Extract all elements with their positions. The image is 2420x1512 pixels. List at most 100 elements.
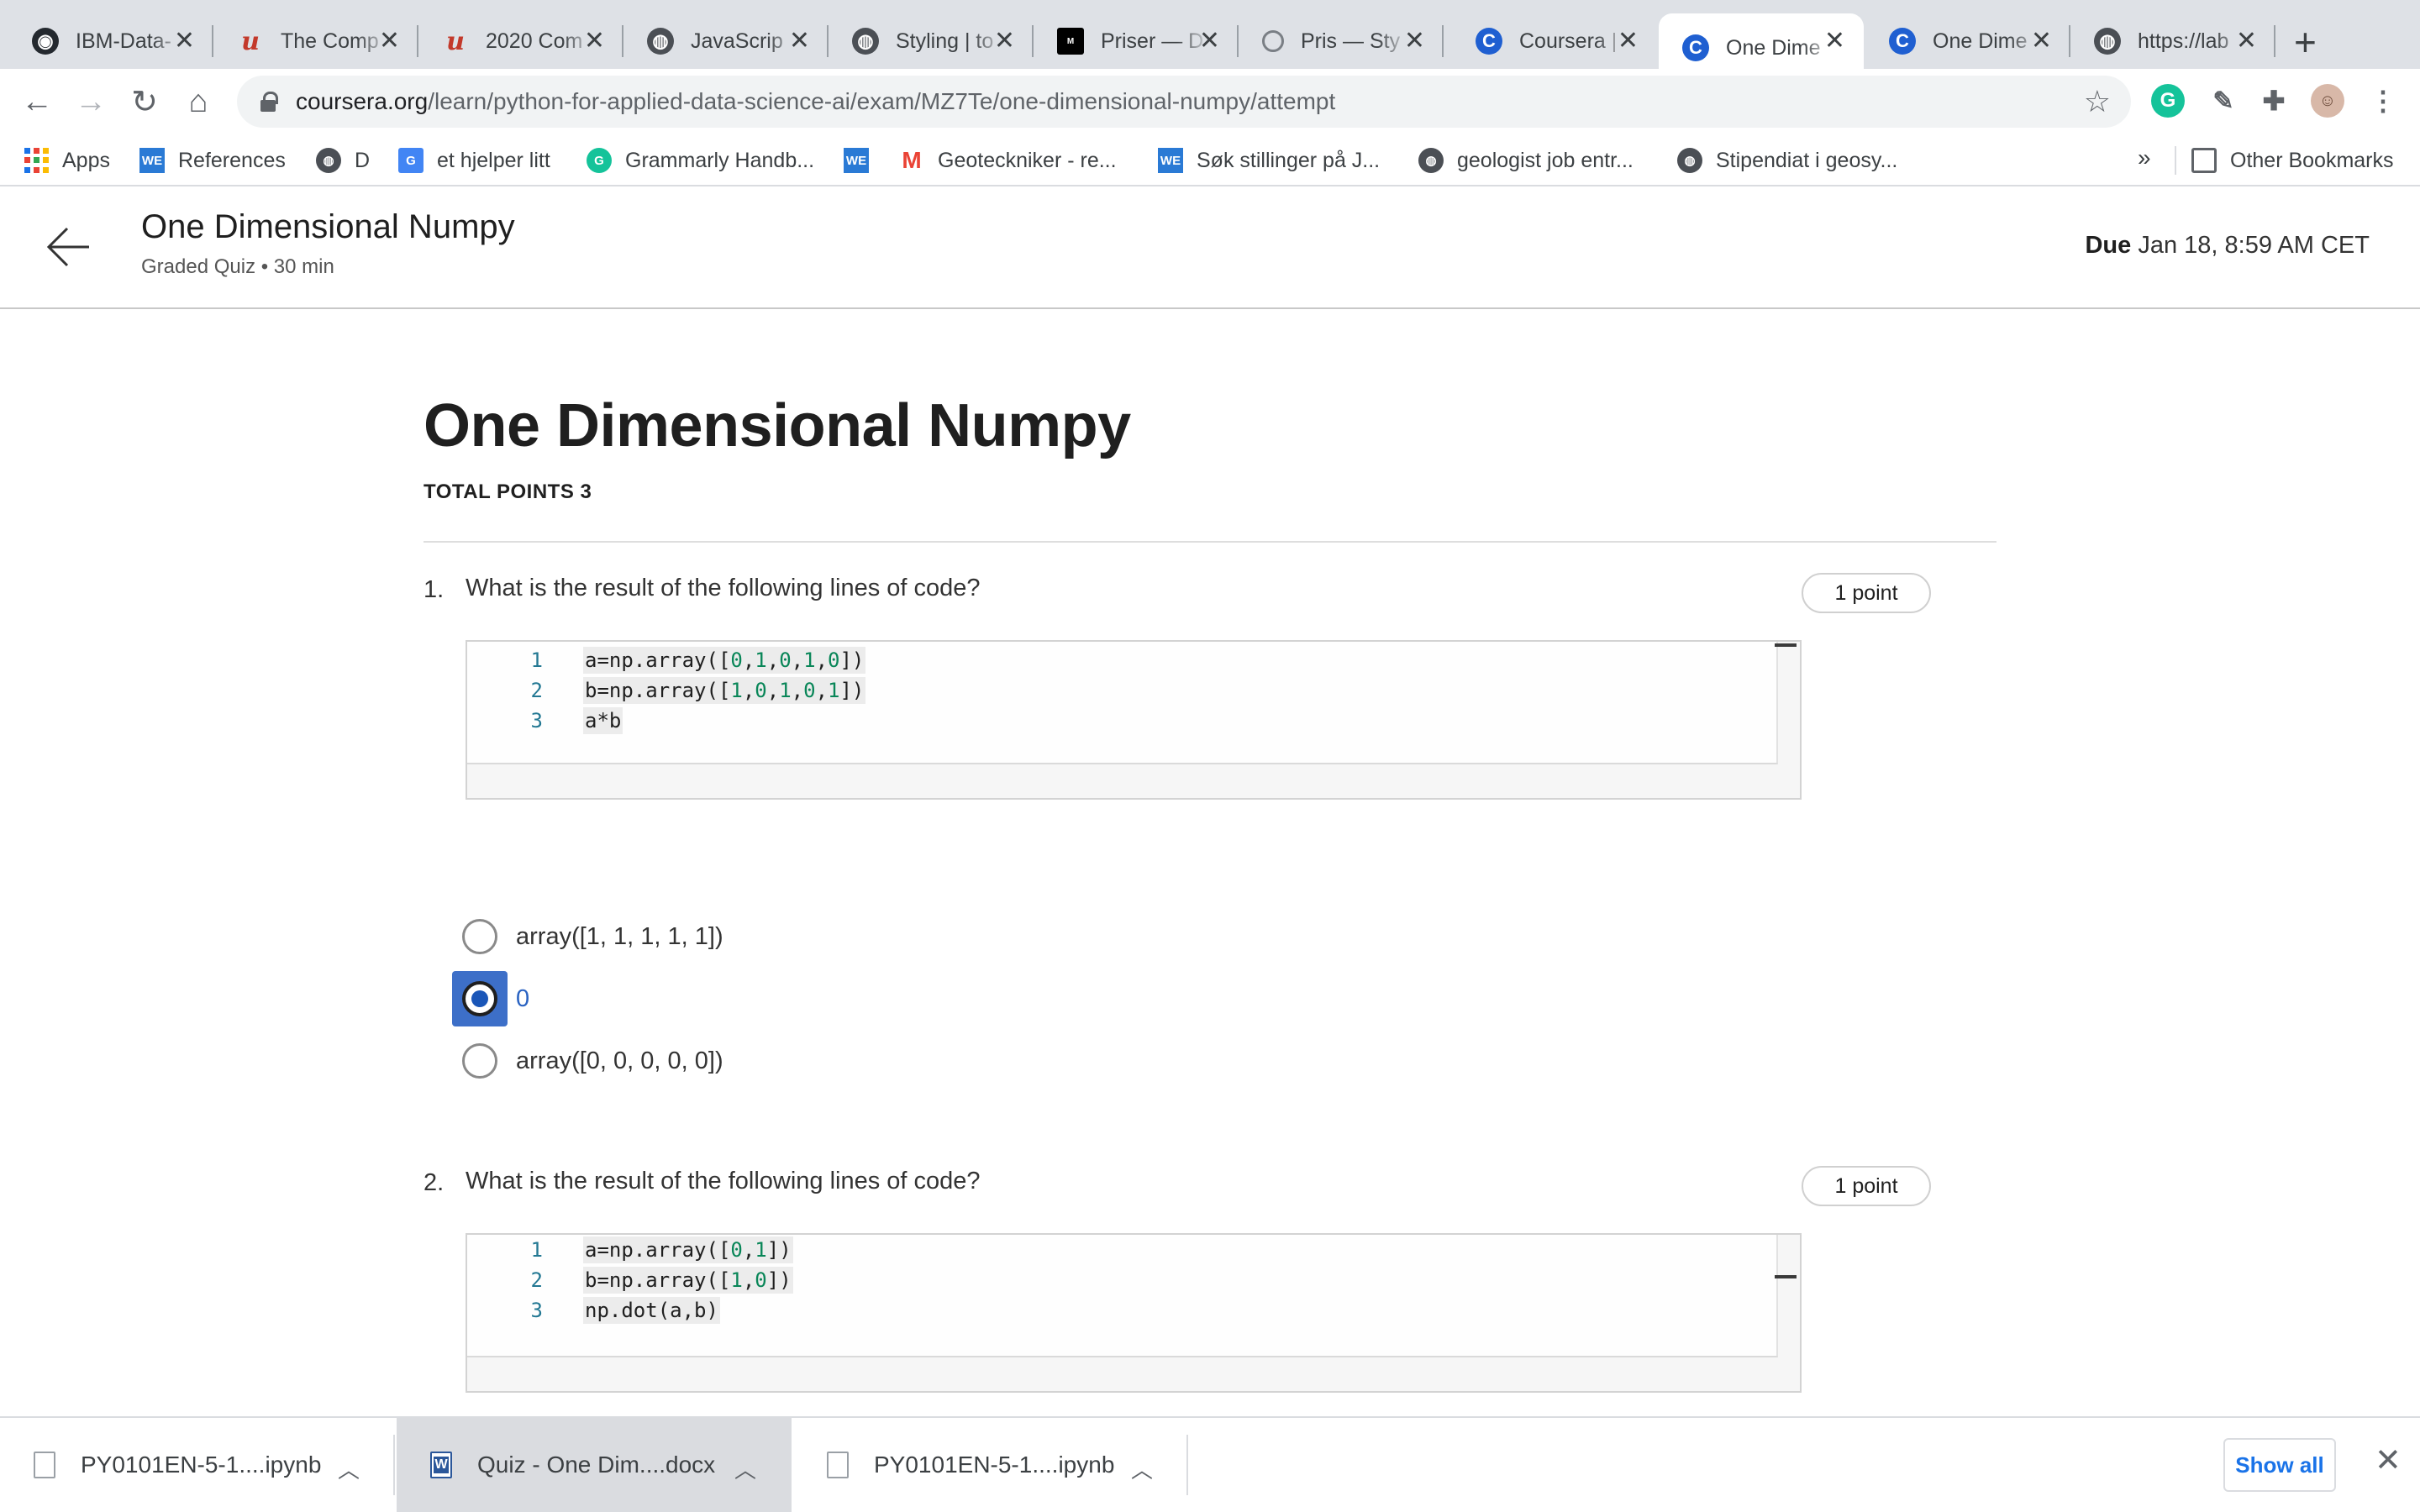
close-icon[interactable]: ✕ (174, 25, 195, 57)
github-icon: ◉ (32, 28, 59, 55)
tab-title: https://lab (2138, 29, 2229, 53)
bookmark-we[interactable]: WE (844, 144, 882, 176)
bookmark-stipendiat[interactable]: ◍ Stipendiat i geosy... (1677, 144, 1897, 176)
code-scrollbar[interactable] (1775, 1275, 1797, 1278)
close-icon[interactable]: ✕ (789, 25, 810, 57)
tab-2020-complete[interactable]: u 2020 Com ✕ (418, 13, 623, 69)
globe-icon: ◍ (2094, 28, 2121, 55)
show-all-downloads-button[interactable]: Show all (2223, 1438, 2336, 1492)
url-host: coursera.org (296, 88, 429, 114)
bookmark-apps[interactable]: Apps (24, 144, 110, 176)
address-bar[interactable]: coursera.org/learn/python-for-applied-da… (237, 76, 2131, 128)
download-item[interactable]: PY0101EN-5-1....ipynb ︿ (0, 1418, 395, 1512)
close-icon[interactable]: ✕ (1404, 25, 1425, 57)
question-1-number: 1. (424, 576, 445, 603)
tab-styling[interactable]: ◍ Styling | to ✕ (829, 13, 1034, 69)
bookmark-label: et hjelper litt (437, 148, 550, 172)
bookmark-geologist-job[interactable]: ◍ geologist job entr... (1418, 144, 1634, 176)
bookmark-label: Grammarly Handb... (625, 148, 815, 172)
bookmark-star-icon[interactable]: ☆ (2084, 84, 2111, 119)
tab-lab[interactable]: ◍ https://lab ✕ (2070, 13, 2275, 69)
question-1-option-3[interactable]: array([0, 0, 0, 0, 0]) (462, 1040, 723, 1082)
profile-avatar[interactable]: ☺ (2311, 84, 2344, 118)
question-1-option-1[interactable]: array([1, 1, 1, 1, 1]) (462, 916, 723, 958)
tab-title: Styling | to (896, 29, 994, 53)
radio-button[interactable] (462, 1043, 497, 1079)
question-1-option-2[interactable]: 0 (452, 971, 530, 1026)
chevron-up-icon[interactable]: ︿ (1131, 1453, 1153, 1484)
bookmark-geoteckniker[interactable]: M Geoteckniker - re... (899, 144, 1116, 176)
line-number: 3 (530, 709, 543, 732)
bookmark-references[interactable]: WE References (139, 144, 286, 176)
bookmarks-overflow-button[interactable]: » (2138, 144, 2151, 171)
grammarly-extension-icon[interactable]: G (2151, 84, 2185, 118)
download-item[interactable]: PY0101EN-5-1....ipynb ︿ (793, 1418, 1188, 1512)
close-icon[interactable]: ✕ (994, 25, 1015, 57)
tab-priser[interactable]: M Priser — D ✕ (1034, 13, 1239, 69)
radio-button[interactable] (462, 919, 497, 954)
tab-coursera[interactable]: C Coursera | ✕ (1452, 13, 1657, 69)
tab-pris[interactable]: Pris — Sty ✕ (1239, 13, 1444, 69)
bookmark-grammarly-handbook[interactable]: G Grammarly Handb... (587, 144, 814, 176)
bookmark-et-hjelper-litt[interactable]: G et hjelper litt (398, 144, 550, 176)
chevron-up-icon[interactable]: ︿ (338, 1453, 360, 1484)
forward-button[interactable]: → (66, 69, 116, 134)
we-icon: WE (139, 148, 165, 173)
line-number: 3 (530, 1299, 543, 1322)
tab-javascript[interactable]: ◍ JavaScrip ✕ (623, 13, 829, 69)
code-scrollbar[interactable] (1775, 643, 1797, 647)
other-bookmarks-label: Other Bookmarks (2230, 148, 2394, 172)
radio-button-selected[interactable] (462, 981, 497, 1016)
lock-icon[interactable] (260, 92, 278, 112)
udemy-icon: u (446, 26, 465, 56)
url-path: /learn/python-for-applied-data-science-a… (428, 88, 1336, 114)
globe-icon: ◍ (852, 28, 879, 55)
code-text: b=np.array([1,0]) (583, 1267, 793, 1294)
bookmark-d[interactable]: ◍ D (316, 144, 370, 176)
close-icon[interactable]: ✕ (2236, 25, 2257, 57)
code-line: 1 a=np.array([0,1,0,1,0]) (467, 645, 866, 675)
other-bookmarks-folder[interactable]: Other Bookmarks (2191, 144, 2394, 176)
code-line: 2 b=np.array([1,0,1,0,1]) (467, 675, 866, 706)
we-icon: WE (844, 148, 869, 173)
extensions-puzzle-icon[interactable]: ✚ (2257, 84, 2291, 118)
chevron-up-icon[interactable]: ︿ (734, 1453, 756, 1484)
download-item[interactable]: Quiz - One Dim....docx ︿ (397, 1418, 792, 1512)
option-label: 0 (516, 984, 530, 1012)
radio-focus-ring (452, 971, 508, 1026)
bookmark-label: Søk stillinger på J... (1197, 148, 1381, 172)
google-translate-icon: G (398, 148, 424, 173)
code-text: np.dot(a,b) (583, 1297, 720, 1324)
tab-the-complete[interactable]: u The Comp ✕ (213, 13, 418, 69)
bookmark-label: Apps (62, 148, 110, 172)
coursera-icon: C (1682, 34, 1709, 61)
close-icon[interactable]: ✕ (584, 25, 605, 57)
menu-kebab-icon[interactable]: ⋮ (2366, 84, 2400, 118)
back-arrow-icon[interactable] (44, 222, 94, 272)
close-icon[interactable]: ✕ (2375, 1441, 2402, 1479)
globe-icon: ◍ (647, 28, 674, 55)
code-line: 2 b=np.array([1,0]) (467, 1265, 793, 1295)
tab-ibm-data[interactable]: ◉ IBM-Data- ✕ (8, 13, 213, 69)
reload-button[interactable]: ↻ (119, 69, 170, 134)
close-icon[interactable]: ✕ (2031, 25, 2052, 57)
option-label: array([1, 1, 1, 1, 1]) (516, 922, 723, 950)
question-2-text: What is the result of the following line… (466, 1168, 981, 1194)
close-icon[interactable]: ✕ (379, 25, 400, 57)
close-icon[interactable]: ✕ (1824, 25, 1845, 57)
close-icon[interactable]: ✕ (1618, 25, 1639, 57)
question-1-code-block: 1 a=np.array([0,1,0,1,0]) 2 b=np.array([… (466, 640, 1802, 800)
line-number: 1 (530, 648, 543, 672)
code-editor: 1 a=np.array([0,1,0,1,0]) 2 b=np.array([… (467, 642, 1778, 764)
home-button[interactable]: ⌂ (173, 69, 224, 134)
browser-toolbar: ← → ↻ ⌂ coursera.org/learn/python-for-ap… (0, 69, 2420, 134)
code-text: a=np.array([0,1]) (583, 1236, 793, 1263)
new-tab-button[interactable]: + (2294, 18, 2317, 66)
tab-one-dimensional[interactable]: C One Dime ✕ (1865, 13, 2070, 69)
bookmark-sok-stillinger[interactable]: WE Søk stillinger på J... (1158, 144, 1380, 176)
folder-icon (2191, 148, 2217, 173)
quiz-content: One Dimensional Numpy TOTAL POINTS 3 1. … (0, 309, 2420, 1418)
pen-extension-icon[interactable]: ✎ (2207, 84, 2240, 118)
back-button[interactable]: ← (12, 69, 62, 134)
close-icon[interactable]: ✕ (1199, 25, 1220, 57)
